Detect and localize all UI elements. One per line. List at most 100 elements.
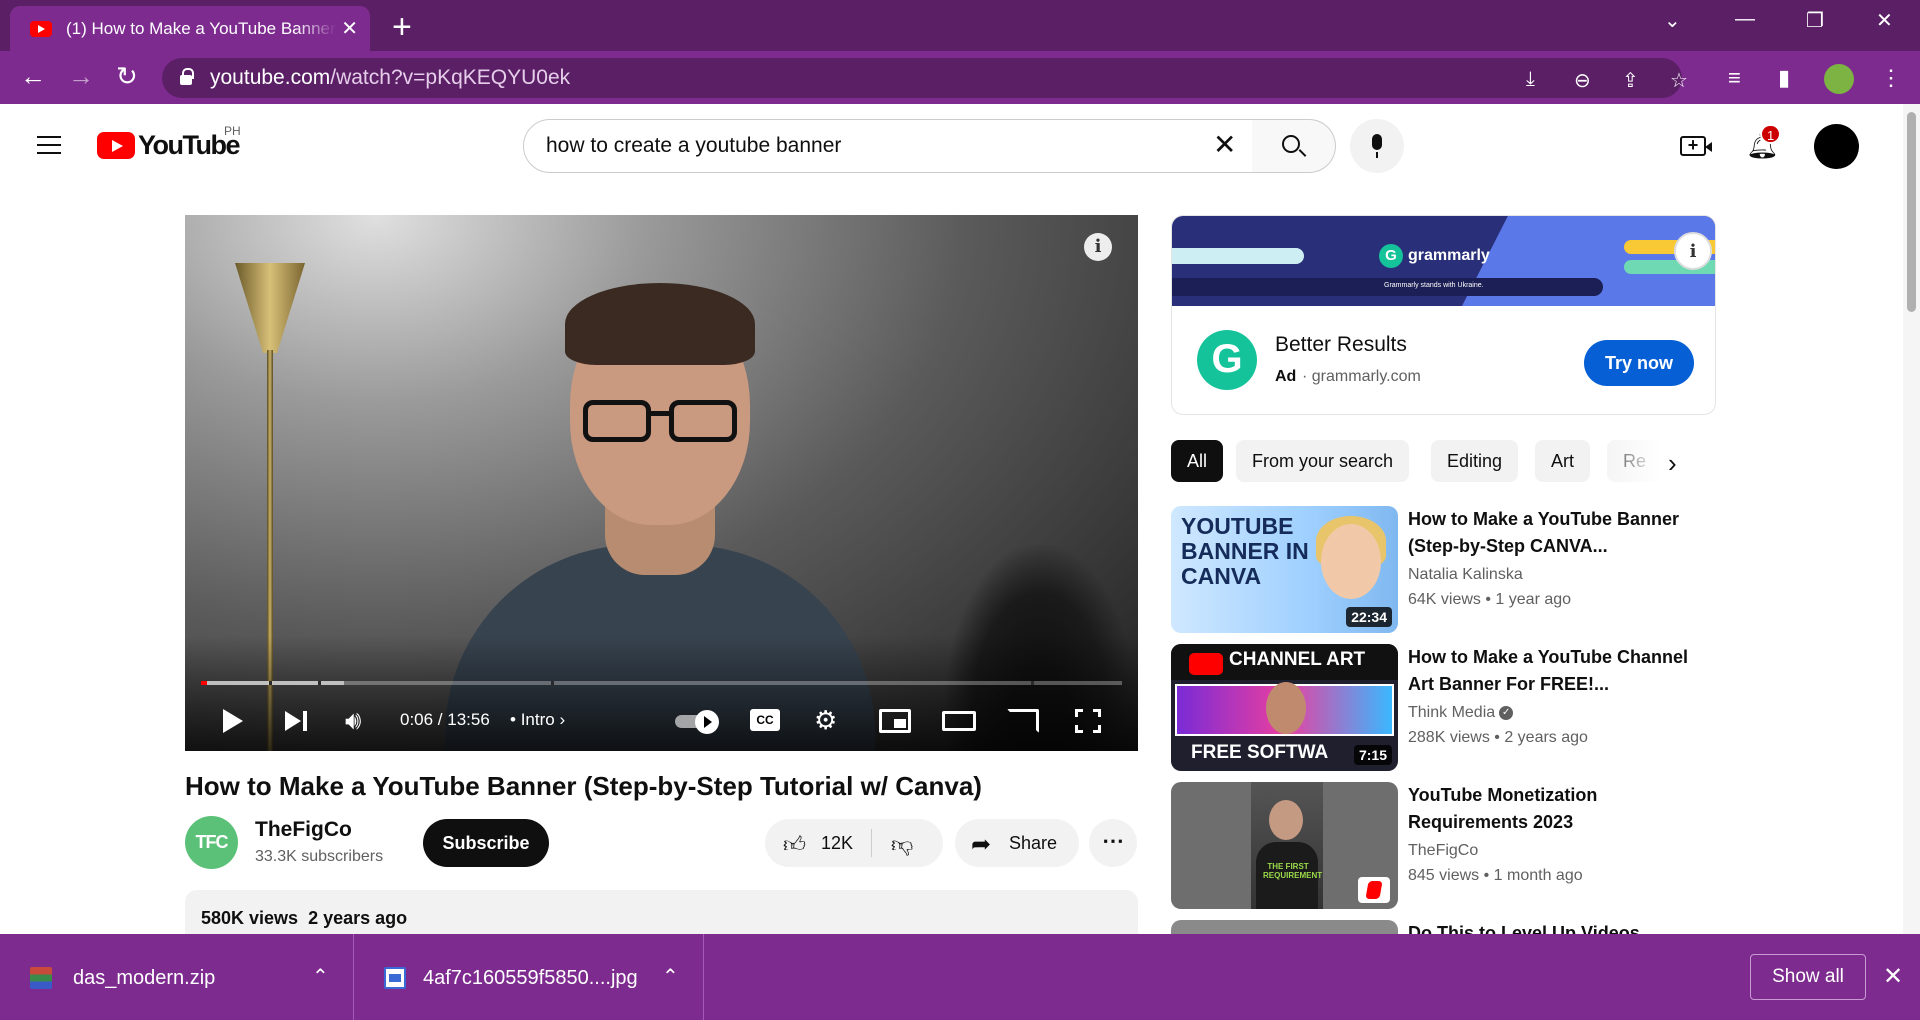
cast-icon[interactable] xyxy=(1007,709,1039,733)
clear-search-icon[interactable]: ✕ xyxy=(1213,128,1236,161)
video-frame-glasses-right xyxy=(669,400,737,442)
grammarly-avatar-icon[interactable]: G xyxy=(1197,330,1257,390)
subscribe-button[interactable]: Subscribe xyxy=(423,819,549,867)
next-video-bar xyxy=(303,711,307,731)
share-label: Share xyxy=(1009,833,1058,853)
upload-age: 2 years ago xyxy=(308,908,408,928)
next-video-icon[interactable] xyxy=(285,711,301,731)
chips-next-chevron-icon[interactable]: › xyxy=(1668,448,1677,479)
channel-name[interactable]: TheFigCo xyxy=(255,818,352,842)
search-input[interactable]: how to create a youtube banner xyxy=(523,119,1253,173)
progress-bar[interactable] xyxy=(201,681,1122,685)
hamburger-menu-icon[interactable] xyxy=(37,136,61,154)
ad-banner-image[interactable]: G grammarly Grammarly stands with Ukrain… xyxy=(1172,216,1715,306)
chapter-title[interactable]: • Intro › xyxy=(510,710,565,730)
chip-from-your-search[interactable]: From your search xyxy=(1236,440,1410,482)
related-video[interactable]: Do This to Level Up Videos Shot... xyxy=(1171,920,1716,934)
autoplay-toggle[interactable] xyxy=(675,710,721,734)
media-queue-icon[interactable]: ≡ xyxy=(1728,65,1741,91)
new-tab-icon[interactable]: + xyxy=(392,8,412,47)
ad-domain-text: grammarly.com xyxy=(1311,368,1421,385)
profile-avatar-icon[interactable] xyxy=(1824,64,1854,94)
download-filename: das_modern.zip xyxy=(73,967,216,989)
related-video-title[interactable]: Do This to Level Up Videos Shot... xyxy=(1408,920,1698,934)
ad-card[interactable]: G grammarly Grammarly stands with Ukrain… xyxy=(1171,215,1716,415)
chip-editing[interactable]: Editing xyxy=(1431,440,1519,482)
video-thumbnail[interactable]: THE FIRST REQUIREMENT xyxy=(1171,782,1398,909)
ad-try-now-button[interactable]: Try now xyxy=(1584,340,1694,386)
thumbs-up-icon[interactable]: 👍︎ xyxy=(783,831,806,858)
related-video-meta: 64K views • 1 year ago xyxy=(1408,591,1572,608)
related-video-views: 845 views xyxy=(1408,867,1480,884)
page-scrollbar[interactable] xyxy=(1903,104,1920,934)
volume-icon[interactable]: 🔊︎ xyxy=(345,705,361,737)
related-video-channel[interactable]: Think Media ✓ xyxy=(1408,704,1514,722)
related-video[interactable]: THE FIRST REQUIREMENT YouTube Monetizati… xyxy=(1171,782,1716,912)
ad-banner-bar xyxy=(1172,248,1304,264)
thumbs-down-icon[interactable]: 👎︎ xyxy=(891,831,913,858)
related-video-channel[interactable]: Natalia Kalinska xyxy=(1408,566,1523,584)
related-video-title[interactable]: How to Make a YouTube Banner (Step-by-St… xyxy=(1408,506,1698,560)
related-video-age: 1 year ago xyxy=(1495,591,1572,608)
thumbnail-person-face xyxy=(1269,800,1303,840)
scrollbar-thumb[interactable] xyxy=(1907,112,1916,312)
related-video[interactable]: CHANNEL ART FREE SOFTWA 7:15 How to Make… xyxy=(1171,644,1716,774)
address-bar[interactable]: youtube.com/watch?v=pKqKEQYU0ek ⤓ ⊖ ⇪ ☆ xyxy=(162,58,1688,98)
video-thumbnail[interactable]: YOUTUBE BANNER IN CANVA 22:34 xyxy=(1171,506,1398,633)
video-player[interactable]: i 🔊︎ 0:06 / 13:56 • Intro › CC ⚙ xyxy=(185,215,1138,751)
related-video-title[interactable]: YouTube Monetization Requirements 2023 xyxy=(1408,782,1698,836)
related-video-age: 2 years ago xyxy=(1504,729,1588,746)
like-count[interactable]: 12K xyxy=(821,833,853,854)
show-all-downloads-button[interactable]: Show all xyxy=(1750,954,1866,1000)
ad-title[interactable]: Better Results xyxy=(1275,333,1407,357)
install-app-icon[interactable]: ⤓ xyxy=(1526,68,1535,91)
ad-info-icon[interactable]: i xyxy=(1674,232,1712,270)
search-button[interactable] xyxy=(1252,119,1336,173)
chapter-name: Intro xyxy=(520,710,555,729)
reload-icon[interactable]: ↻ xyxy=(116,63,138,89)
side-panel-icon[interactable]: ▮ xyxy=(1778,65,1790,91)
related-video-channel[interactable]: TheFigCo xyxy=(1408,842,1478,860)
miniplayer-icon[interactable] xyxy=(879,709,911,733)
create-video-icon[interactable]: + xyxy=(1680,136,1712,156)
tab-search-chevron-icon[interactable]: ⌄ xyxy=(1664,8,1681,33)
chip-all[interactable]: All xyxy=(1171,440,1224,482)
account-avatar[interactable] xyxy=(1814,124,1859,169)
window-close-icon[interactable]: ✕ xyxy=(1876,8,1893,33)
related-video[interactable]: YOUTUBE BANNER IN CANVA 22:34 How to Mak… xyxy=(1171,506,1716,636)
back-arrow-icon[interactable]: ← xyxy=(20,63,46,89)
fullscreen-icon[interactable] xyxy=(1075,709,1101,733)
browser-tab[interactable]: (1) How to Make a YouTube Banner (Step-b… xyxy=(10,6,370,51)
share-page-icon[interactable]: ⇪ xyxy=(1622,68,1639,93)
video-duration: 7:15 xyxy=(1353,745,1392,765)
more-actions-icon[interactable]: ⋯ xyxy=(1089,819,1137,867)
video-thumbnail[interactable]: CHANNEL ART FREE SOFTWA 7:15 xyxy=(1171,644,1398,771)
chevron-up-icon[interactable]: ⌃ xyxy=(312,964,329,989)
youtube-logo-icon[interactable] xyxy=(97,132,135,159)
channel-avatar[interactable]: TFC xyxy=(185,816,238,869)
time-display: 0:06 / 13:56 xyxy=(400,710,490,729)
chapter-marker xyxy=(1031,681,1034,685)
download-item[interactable]: 4af7c160559f5850....jpg ⌃ xyxy=(354,934,704,1020)
subtitles-icon[interactable]: CC xyxy=(750,709,780,731)
video-thumbnail[interactable] xyxy=(1171,920,1398,934)
download-item[interactable]: das_modern.zip ⌃ xyxy=(0,934,354,1020)
share-button[interactable]: ➦ Share xyxy=(955,819,1079,867)
play-icon[interactable] xyxy=(223,709,243,733)
bookmark-star-icon[interactable]: ☆ xyxy=(1670,68,1688,93)
chevron-up-icon[interactable]: ⌃ xyxy=(662,964,679,989)
theater-mode-icon[interactable] xyxy=(942,711,976,731)
zoom-out-icon[interactable]: ⊖ xyxy=(1574,68,1591,93)
close-downloads-icon[interactable]: ✕ xyxy=(1883,962,1903,991)
voice-search-button[interactable] xyxy=(1350,119,1404,173)
forward-arrow-icon[interactable]: → xyxy=(68,63,94,89)
related-video-title[interactable]: How to Make a YouTube Channel Art Banner… xyxy=(1408,644,1698,698)
tab-close-icon[interactable]: ✕ xyxy=(341,16,358,41)
settings-gear-icon[interactable]: ⚙ xyxy=(814,705,837,736)
browser-menu-icon[interactable]: ⋮ xyxy=(1880,65,1902,91)
restore-icon[interactable]: ❐ xyxy=(1806,8,1824,33)
minimize-icon[interactable]: — xyxy=(1735,8,1755,31)
video-info-icon[interactable]: i xyxy=(1084,233,1112,261)
chips-fade xyxy=(1591,440,1716,482)
chip-art[interactable]: Art xyxy=(1535,440,1591,482)
